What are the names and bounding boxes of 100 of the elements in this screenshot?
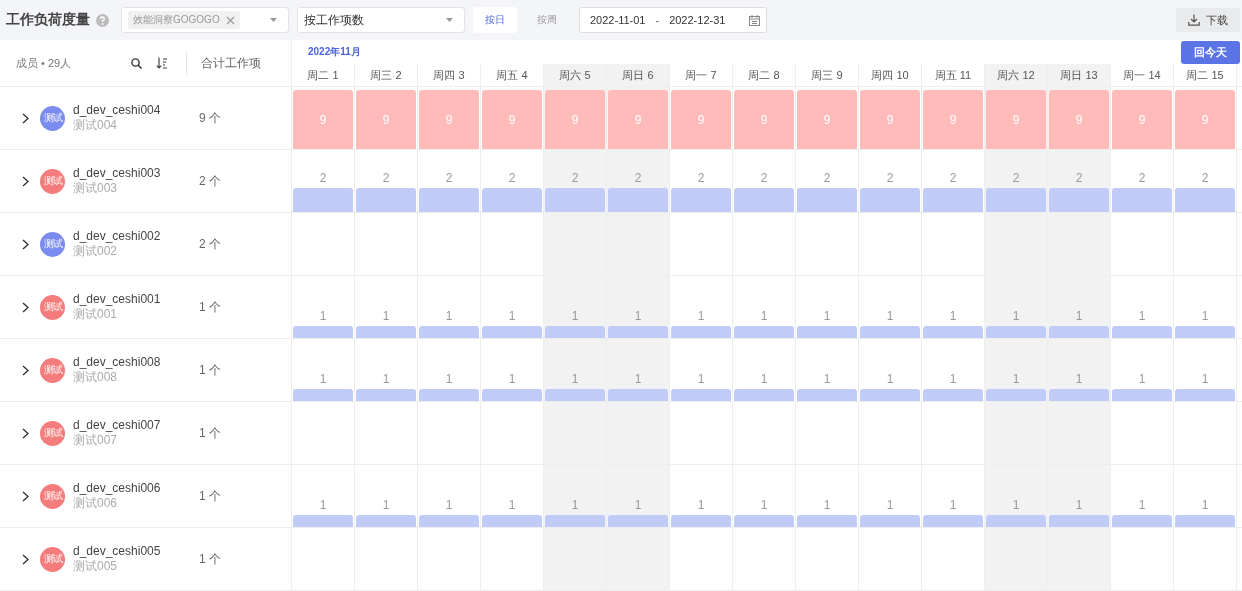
workload-value: 1 xyxy=(570,309,580,323)
workload-bar xyxy=(986,326,1046,338)
granularity-tab[interactable]: 按日 xyxy=(473,7,517,33)
download-button[interactable]: 下载 xyxy=(1176,8,1240,32)
workload-value: 1 xyxy=(759,498,769,512)
workload-bar xyxy=(608,188,668,212)
workload-bar xyxy=(1049,515,1109,527)
page-title: 工作负荷度量 xyxy=(6,11,90,29)
member-display-name: 测试007 xyxy=(73,432,119,449)
member-name: d_dev_ceshi008 xyxy=(73,354,162,369)
workload-bar xyxy=(1049,389,1109,401)
workload-value: 2 xyxy=(1074,171,1084,185)
workload-bar xyxy=(734,515,794,527)
workload-bar: 9 xyxy=(797,90,857,149)
download-icon xyxy=(1188,14,1200,26)
total-count: 1 个 xyxy=(199,361,221,379)
workload-value: 2 xyxy=(1011,171,1021,185)
workload-bar: 9 xyxy=(482,90,542,149)
close-icon xyxy=(225,15,235,25)
chevron-icon xyxy=(22,553,29,565)
calendar-icon xyxy=(749,14,760,26)
day-header: 周六 5 xyxy=(544,64,607,86)
workload-bar xyxy=(1112,515,1172,527)
day-header: 周四 10 xyxy=(859,64,922,86)
workload-bar xyxy=(419,188,479,212)
end-date: 2022-12-31 xyxy=(669,14,726,26)
workload-value: 2 xyxy=(381,171,391,185)
workload-value: 1 xyxy=(1074,498,1084,512)
workload-bar xyxy=(986,389,1046,401)
day-header: 周一 7 xyxy=(670,64,733,86)
workload-value: 2 xyxy=(318,171,328,185)
workload-bar xyxy=(1175,389,1235,401)
workload-value: 1 xyxy=(948,498,958,512)
workload-value: 1 xyxy=(885,372,895,386)
total-count: 1 个 xyxy=(199,424,221,442)
workload-bar xyxy=(482,389,542,401)
day-header: 周三 9 xyxy=(796,64,859,86)
workload-value: 1 xyxy=(570,498,580,512)
workload-bar xyxy=(1175,326,1235,338)
workload-bar xyxy=(1049,326,1109,338)
total-count: 9 个 xyxy=(199,109,221,127)
workload-bar xyxy=(545,389,605,401)
member-display-name: 测试005 xyxy=(73,558,119,575)
avatar: 测试 xyxy=(40,546,65,572)
workload-bar: 9 xyxy=(545,90,605,149)
member-name: d_dev_ceshi007 xyxy=(73,417,162,432)
workload-bar xyxy=(293,326,353,338)
metric-select[interactable]: 按工作项数 xyxy=(297,7,465,33)
workload-value: 1 xyxy=(507,309,517,323)
avatar: 测试 xyxy=(40,168,65,194)
workload-bar xyxy=(419,515,479,527)
workload-bar xyxy=(923,188,983,212)
month-label: 2022年11月 xyxy=(308,45,361,59)
member-name: d_dev_ceshi004 xyxy=(73,102,162,117)
workload-bar: 9 xyxy=(419,90,479,149)
workload-value: 2 xyxy=(759,171,769,185)
workload-value: 1 xyxy=(759,309,769,323)
total-count: 2 个 xyxy=(199,235,221,253)
workload-value: 1 xyxy=(1200,372,1210,386)
workload-bar xyxy=(671,326,731,338)
workload-bar xyxy=(293,389,353,401)
member-display-name: 测试003 xyxy=(73,180,119,197)
workload-bar xyxy=(608,326,668,338)
workload-value: 1 xyxy=(507,372,517,386)
workload-bar xyxy=(986,188,1046,212)
day-header: 周日 13 xyxy=(1048,64,1111,86)
total-count: 1 个 xyxy=(199,550,221,568)
workload-value: 1 xyxy=(1137,372,1147,386)
workload-value: 1 xyxy=(1074,372,1084,386)
date-range-field[interactable]: 2022-11-01 - 2022-12-31 xyxy=(579,7,767,33)
day-header: 周三 2 xyxy=(355,64,418,86)
workload-value: 2 xyxy=(885,171,895,185)
workload-bar: 9 xyxy=(1049,90,1109,149)
workload-bar xyxy=(545,326,605,338)
member-name: d_dev_ceshi006 xyxy=(73,480,162,495)
workload-bar xyxy=(293,515,353,527)
workload-bar xyxy=(734,188,794,212)
workload-bar: 9 xyxy=(608,90,668,149)
workload-value: 1 xyxy=(1074,309,1084,323)
workload-value: 1 xyxy=(444,309,454,323)
day-header: 周四 3 xyxy=(418,64,481,86)
workload-bar xyxy=(923,515,983,527)
workload-bar: 9 xyxy=(671,90,731,149)
workload-bar xyxy=(923,389,983,401)
avatar: 测试 xyxy=(40,231,65,257)
total-count: 2 个 xyxy=(199,172,221,190)
workload-bar xyxy=(356,389,416,401)
today-button[interactable]: 回今天 xyxy=(1181,40,1240,64)
select-value: 按工作项数 xyxy=(304,11,364,29)
workload-value: 1 xyxy=(444,372,454,386)
member-display-name: 测试006 xyxy=(73,495,119,512)
workload-bar xyxy=(1112,326,1172,338)
workload-bar xyxy=(797,389,857,401)
workload-bar: 9 xyxy=(734,90,794,149)
workload-bar xyxy=(482,326,542,338)
member-display-name: 测试001 xyxy=(73,306,119,323)
column-header: 合计工作项 xyxy=(201,54,262,72)
member-name: d_dev_ceshi003 xyxy=(73,165,162,180)
workload-bar xyxy=(671,515,731,527)
workload-value: 1 xyxy=(696,309,706,323)
